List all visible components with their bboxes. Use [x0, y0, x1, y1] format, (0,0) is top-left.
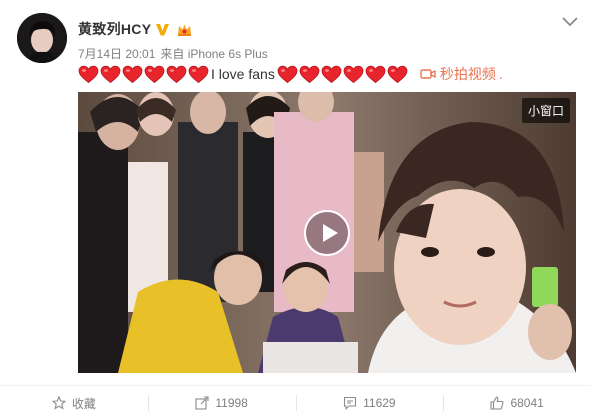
heart-emoji-icon	[277, 65, 298, 83]
like-button[interactable]: 68041	[443, 386, 591, 420]
thumbs-up-icon	[490, 396, 504, 410]
chevron-down-icon[interactable]	[561, 15, 579, 29]
comment-count: 11629	[363, 396, 396, 410]
heart-emoji-icon	[365, 65, 386, 83]
mini-window-button[interactable]: 小窗口	[521, 98, 570, 123]
heart-emoji-icon	[122, 65, 143, 83]
heart-emoji-icon	[188, 65, 209, 83]
action-bar: 收藏 11998 11629 68041	[0, 386, 591, 420]
heart-emoji-icon	[166, 65, 187, 83]
username-row: 黄致列HCY	[78, 19, 193, 39]
post-meta: 7月14日 20:01 来自 iPhone 6s Plus	[78, 45, 273, 62]
avatar-image	[17, 13, 67, 63]
like-count: 68041	[510, 396, 544, 410]
post-source: 来自 iPhone 6s Plus	[160, 47, 268, 61]
crown-icon[interactable]	[176, 22, 193, 37]
heart-emoji-icon	[321, 65, 342, 83]
post-body-text: I love fans	[211, 66, 275, 82]
video-camera-icon	[420, 69, 436, 79]
heart-emoji-group-trailing	[277, 65, 408, 84]
share-icon	[195, 396, 209, 410]
video-link[interactable]: 秒拍视频 .	[420, 64, 503, 84]
heart-emoji-icon	[387, 65, 408, 83]
play-icon	[323, 224, 338, 242]
favorite-button[interactable]: 收藏	[0, 386, 148, 420]
heart-emoji-icon	[144, 65, 165, 83]
post-date[interactable]: 7月14日 20:01	[78, 47, 155, 61]
share-count: 11998	[215, 396, 248, 410]
star-icon	[51, 396, 66, 410]
verified-v-icon[interactable]	[155, 22, 170, 37]
video-link-label: 秒拍视频	[439, 66, 496, 82]
heart-emoji-icon	[299, 65, 320, 83]
share-button[interactable]: 11998	[147, 386, 296, 420]
heart-emoji-icon	[343, 65, 364, 83]
comment-button[interactable]: 11629	[295, 386, 444, 420]
video-link-suffix: .	[498, 66, 503, 82]
play-button[interactable]	[304, 210, 350, 256]
heart-emoji-icon	[100, 65, 121, 83]
heart-emoji-group-leading	[78, 65, 209, 84]
post-text: I love fans 秒拍视频 .	[78, 63, 503, 85]
favorite-label: 收藏	[71, 396, 96, 411]
heart-emoji-icon	[78, 65, 99, 83]
video-player[interactable]: 小窗口	[78, 92, 576, 373]
comment-icon	[344, 396, 357, 410]
avatar[interactable]	[17, 13, 67, 63]
username[interactable]: 黄致列HCY	[78, 19, 151, 39]
